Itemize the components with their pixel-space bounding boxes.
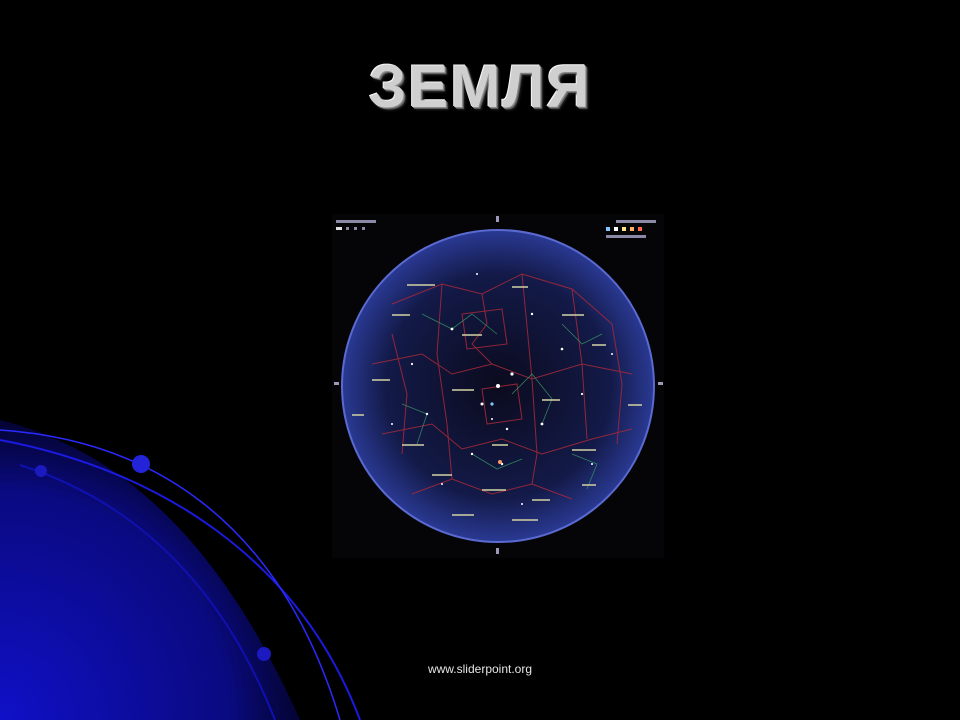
orbit-dot — [132, 455, 150, 473]
slide-title: ЗЕМЛЯ — [368, 53, 592, 120]
slide: ЗЕМЛЯ www.sliderpoint.org — [0, 0, 960, 720]
footer-website-link[interactable]: www.sliderpoint.org — [0, 662, 960, 676]
sky-star-map-image — [332, 214, 664, 558]
orbit-dot — [257, 647, 271, 661]
orbit-dot — [35, 465, 47, 477]
